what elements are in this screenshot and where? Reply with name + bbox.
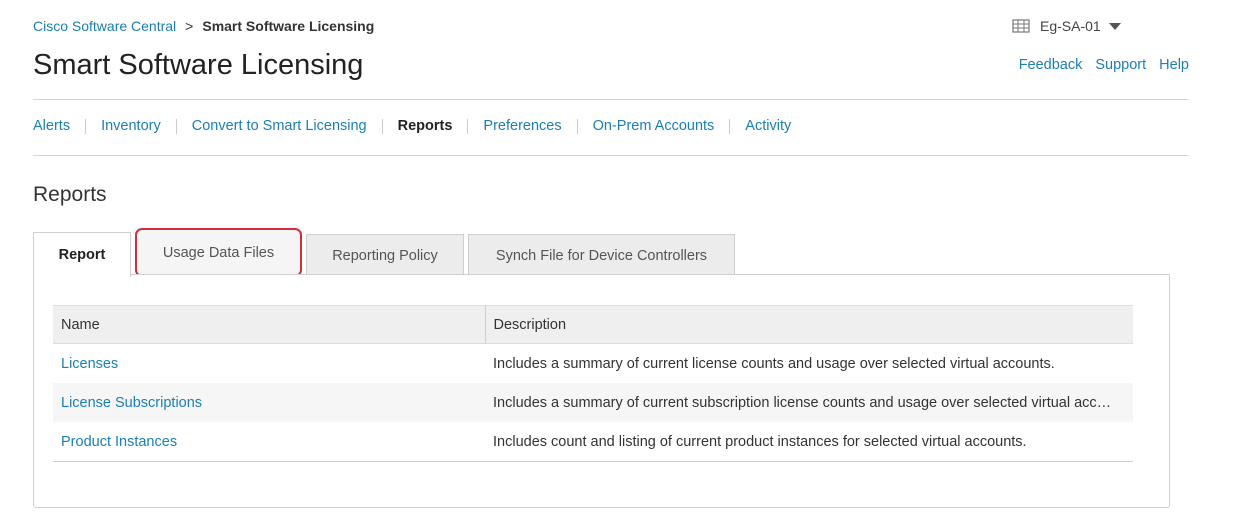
account-name: Eg-SA-01 bbox=[1040, 18, 1101, 34]
nav-item-reports[interactable]: Reports bbox=[398, 118, 453, 134]
tab-synch-file-for-device-controllers[interactable]: Synch File for Device Controllers bbox=[468, 234, 735, 277]
nav-divider bbox=[729, 118, 731, 134]
support-link[interactable]: Support bbox=[1095, 57, 1146, 73]
report-panel: Name Description Licenses Includes a sum… bbox=[33, 274, 1170, 508]
report-tabs: Report Usage Data Files Reporting Policy… bbox=[33, 228, 739, 277]
tab-reporting-policy[interactable]: Reporting Policy bbox=[306, 234, 464, 277]
breadcrumb: Cisco Software Central > Smart Software … bbox=[33, 18, 374, 34]
section-title: Reports bbox=[33, 183, 107, 206]
nav-divider bbox=[85, 118, 87, 134]
nav-item-activity[interactable]: Activity bbox=[745, 118, 791, 134]
report-description: Includes a summary of current license co… bbox=[493, 355, 1055, 372]
breadcrumb-separator: > bbox=[185, 18, 194, 34]
tab-usage-data-files[interactable]: Usage Data Files bbox=[135, 228, 302, 277]
main-nav: Alerts Inventory Convert to Smart Licens… bbox=[33, 118, 791, 134]
breadcrumb-current: Smart Software Licensing bbox=[202, 18, 375, 34]
feedback-link[interactable]: Feedback bbox=[1019, 57, 1083, 73]
nav-divider bbox=[175, 118, 177, 134]
nav-item-convert-to-smart-licensing[interactable]: Convert to Smart Licensing bbox=[192, 118, 367, 134]
nav-item-on-prem-accounts[interactable]: On-Prem Accounts bbox=[593, 118, 715, 134]
nav-divider bbox=[576, 118, 578, 134]
header-divider bbox=[33, 99, 1189, 100]
table-row: Licenses Includes a summary of current l… bbox=[53, 344, 1133, 384]
reports-table: Name Description Licenses Includes a sum… bbox=[53, 305, 1133, 462]
nav-divider bbox=[467, 118, 469, 134]
table-header-row: Name Description bbox=[53, 305, 1133, 344]
tab-report[interactable]: Report bbox=[33, 232, 131, 277]
nav-item-inventory[interactable]: Inventory bbox=[101, 118, 161, 134]
table-row: Product Instances Includes count and lis… bbox=[53, 422, 1133, 462]
page-title: Smart Software Licensing bbox=[33, 49, 364, 81]
account-selector[interactable]: Eg-SA-01 bbox=[1012, 18, 1121, 34]
nav-item-alerts[interactable]: Alerts bbox=[33, 118, 70, 134]
column-header-description[interactable]: Description bbox=[484, 305, 1133, 344]
report-description: Includes count and listing of current pr… bbox=[485, 422, 1133, 462]
top-links: Feedback Support Help bbox=[1019, 57, 1189, 73]
breadcrumb-cisco-software-central[interactable]: Cisco Software Central bbox=[33, 18, 176, 34]
report-description: Includes a summary of current subscripti… bbox=[485, 383, 1133, 422]
report-link-product-instances[interactable]: Product Instances bbox=[61, 434, 177, 450]
help-link[interactable]: Help bbox=[1159, 57, 1189, 73]
report-link-license-subscriptions[interactable]: License Subscriptions bbox=[61, 395, 202, 411]
caret-down-icon bbox=[1108, 22, 1121, 30]
nav-divider-line bbox=[33, 155, 1189, 156]
column-header-name[interactable]: Name bbox=[53, 305, 485, 344]
nav-divider bbox=[381, 118, 383, 134]
report-link-licenses[interactable]: Licenses bbox=[61, 356, 118, 372]
nav-item-preferences[interactable]: Preferences bbox=[483, 118, 561, 134]
table-row: License Subscriptions Includes a summary… bbox=[53, 383, 1133, 422]
building-icon bbox=[1012, 19, 1030, 33]
